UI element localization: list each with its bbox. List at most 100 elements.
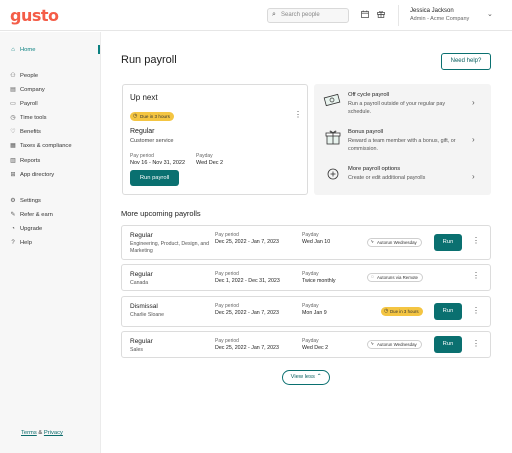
view-less-label: View less	[290, 374, 315, 380]
sidebar-item-taxes[interactable]: ▦ Taxes & compliance	[10, 141, 72, 151]
need-help-button[interactable]: Need help?	[441, 53, 491, 70]
payroll-type: Regular	[130, 128, 155, 135]
option-more[interactable]: More payroll options Create or edit addi…	[314, 160, 491, 196]
kebab-menu-icon[interactable]: ⋮	[472, 272, 480, 280]
payroll-description: Engineering, Product, Design, and Market…	[130, 241, 210, 254]
gusto-logo[interactable]: gusto	[10, 6, 59, 25]
user-name[interactable]: Jessica Jackson	[410, 8, 454, 14]
app-root: gusto ⌕ Search people Jessica Jackson Ad…	[0, 0, 512, 453]
sidebar-item-help[interactable]: ? Help	[10, 238, 32, 248]
search-input[interactable]: ⌕ Search people	[267, 8, 349, 23]
sidebar-item-people[interactable]: ⚇ People	[10, 71, 38, 81]
footer-links: Terms & Privacy	[21, 430, 63, 436]
sidebar-item-label: Help	[20, 240, 32, 246]
main-content: Run payroll Need help? Up next ◷ Due in …	[101, 32, 512, 453]
pay-period-value: Dec 25, 2022 - Jan 7, 2023	[215, 310, 279, 316]
sidebar-item-home[interactable]: ⌂ Home	[10, 45, 35, 55]
payroll-row: Regular Canada Pay period Dec 1, 2022 - …	[121, 264, 491, 291]
chip-label: Autorun Wednesday	[377, 342, 417, 347]
payday-value: Wed Jan 10	[302, 239, 331, 245]
pay-period-label: Pay period	[215, 303, 239, 309]
sidebar-item-label: Refer & earn	[20, 212, 53, 218]
sidebar-item-label: Home	[20, 47, 36, 53]
chevron-right-icon: ›	[472, 98, 475, 107]
option-bonus[interactable]: Bonus payroll Reward a team member with …	[314, 123, 491, 159]
sidebar-item-company[interactable]: ▤ Company	[10, 85, 45, 95]
payroll-row: Regular Sales Pay period Dec 25, 2022 - …	[121, 331, 491, 358]
payroll-description: Sales	[130, 347, 143, 353]
sidebar-item-time-tools[interactable]: ◷ Time tools	[10, 113, 46, 123]
gift-icon[interactable]	[377, 10, 385, 20]
sidebar-item-payroll[interactable]: ▭ Payroll	[10, 99, 38, 109]
autorun-chip: ◌ Autoruns via Remote	[367, 273, 423, 282]
terms-link[interactable]: Terms	[21, 430, 37, 436]
privacy-link[interactable]: Privacy	[44, 430, 63, 436]
option-title: Bonus payroll	[348, 129, 384, 135]
option-off-cycle[interactable]: Off cycle payroll Run a payroll outside …	[314, 86, 491, 122]
payday-label: Payday	[302, 271, 319, 277]
payday-label: Payday	[302, 338, 319, 344]
apps-icon: ⊞	[10, 172, 16, 178]
sidebar-item-benefits[interactable]: ♡ Benefits	[10, 127, 41, 137]
sidebar-item-label: Taxes & compliance	[20, 143, 72, 149]
run-button[interactable]: Run	[434, 303, 462, 320]
chevron-up-icon: ⌃	[316, 374, 322, 380]
sidebar-item-upgrade[interactable]: ◔ Upgrade	[10, 224, 42, 234]
due-badge: ◷ Due in 3 hours	[130, 112, 174, 121]
pay-period-value: Nov 16 - Nov 31, 2022	[130, 160, 186, 166]
payroll-description: Charlie Sloane	[130, 312, 165, 318]
taxes-icon: ▦	[10, 143, 16, 149]
chevron-down-icon[interactable]: ⌄	[487, 10, 493, 18]
pay-period-value: Dec 25, 2022 - Jan 7, 2023	[215, 239, 279, 245]
money-icon	[323, 90, 343, 110]
sidebar-item-label: Reports	[20, 158, 41, 164]
kebab-menu-icon[interactable]: ⋮	[472, 340, 480, 348]
heart-icon: ♡	[10, 129, 16, 135]
bolt-icon: ϟ	[371, 240, 374, 245]
payday-label: Payday	[196, 153, 213, 159]
option-description: Create or edit additional payrolls	[348, 175, 426, 181]
help-icon: ?	[11, 240, 15, 246]
run-button[interactable]: Run	[434, 234, 462, 251]
run-button[interactable]: Run	[434, 336, 462, 353]
run-payroll-button[interactable]: Run payroll	[130, 170, 179, 186]
payroll-type: Regular	[130, 232, 153, 239]
option-description: Run a payroll outside of your regular pa…	[348, 101, 446, 115]
option-title: Off cycle payroll	[348, 92, 390, 98]
view-less-button[interactable]: View less ⌃	[282, 370, 330, 385]
option-description: Reward a team member with a bonus, gift,…	[348, 138, 456, 152]
up-next-title: Up next	[130, 93, 158, 102]
user-company: Admin - Acme Company	[410, 16, 470, 22]
sidebar: ⌂ Home ⚇ People ▤ Company ▭ Payroll ◷ Ti…	[0, 32, 101, 453]
chip-label: Due in 3 hours	[390, 309, 419, 314]
payday-value: Twice monthly	[302, 278, 336, 284]
pay-period-label: Pay period	[215, 338, 239, 344]
payday-label: Payday	[302, 303, 319, 309]
kebab-menu-icon[interactable]: ⋮	[294, 111, 302, 119]
footer-ampersand: &	[38, 430, 43, 436]
company-icon: ▤	[10, 87, 16, 93]
payday-value: Mon Jan 9	[302, 310, 327, 316]
sidebar-item-settings[interactable]: ⚙ Settings	[10, 196, 41, 206]
option-title: More payroll options	[348, 166, 401, 172]
payroll-type: Regular	[130, 271, 153, 278]
sidebar-item-label: People	[20, 73, 39, 79]
topbar-divider	[398, 5, 399, 26]
chip-label: Autoruns via Remote	[377, 275, 418, 280]
payroll-description: Customer service	[130, 138, 174, 144]
sidebar-item-refer[interactable]: ✎ Refer & earn	[10, 210, 53, 220]
kebab-menu-icon[interactable]: ⋮	[472, 307, 480, 315]
sidebar-item-label: App directory	[20, 172, 55, 178]
autorun-chip: ϟ Autorun Wednesday	[367, 340, 422, 349]
search-placeholder: Search people	[281, 12, 320, 18]
sidebar-item-reports[interactable]: ▥ Reports	[10, 156, 40, 166]
bolt-icon: ϟ	[371, 342, 374, 347]
clock-icon: ◷	[10, 115, 16, 121]
payday-value: Wed Dec 2	[196, 160, 224, 166]
due-chip: ◷ Due in 3 hours	[381, 307, 423, 316]
up-next-card: Up next ◷ Due in 3 hours ⋮ Regular Custo…	[122, 84, 308, 195]
sidebar-item-app-directory[interactable]: ⊞ App directory	[10, 170, 54, 180]
pay-period-label: Pay period	[215, 271, 239, 277]
calendar-icon[interactable]	[361, 10, 369, 20]
kebab-menu-icon[interactable]: ⋮	[472, 237, 480, 245]
